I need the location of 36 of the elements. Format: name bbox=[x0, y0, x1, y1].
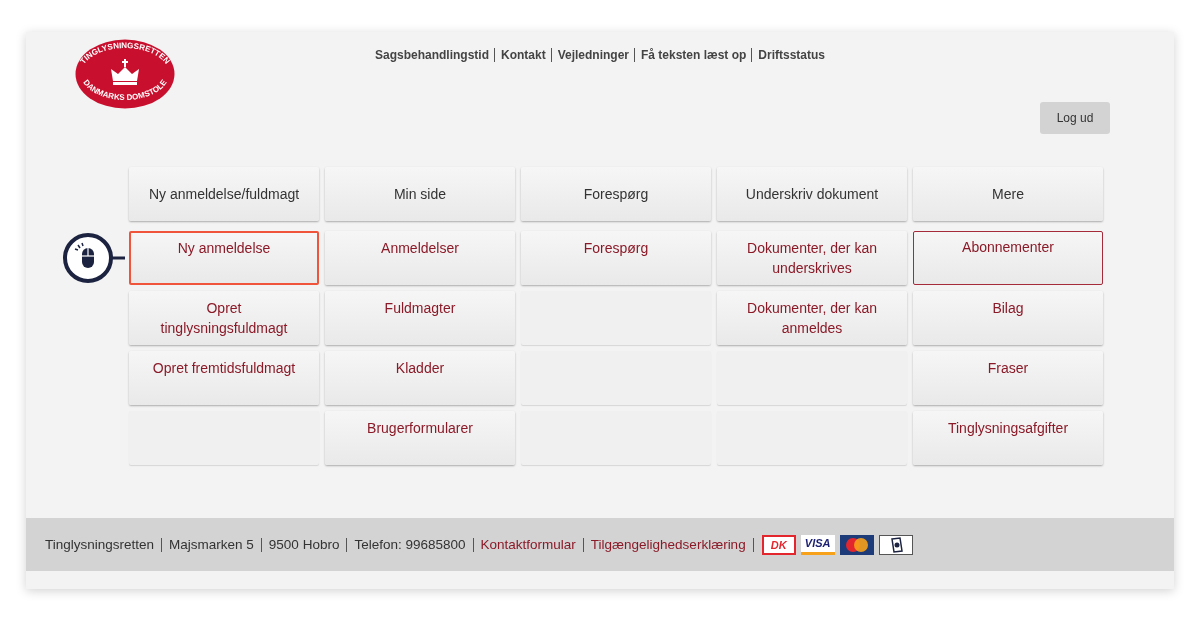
menu-item[interactable]: Fuldmagter bbox=[325, 291, 515, 345]
top-link[interactable]: Vejledninger bbox=[550, 48, 629, 62]
dankort-logo: DK bbox=[761, 534, 796, 555]
menu-item[interactable]: Bilag bbox=[913, 291, 1103, 345]
menu-item[interactable]: Opret fremtidsfuldmagt bbox=[129, 351, 319, 405]
footer-text: Telefon: 99685800 bbox=[346, 537, 466, 552]
top-link[interactable]: Driftsstatus bbox=[751, 48, 826, 62]
mouse-callout-icon bbox=[63, 232, 125, 284]
footer-text: 9500 Hobro bbox=[260, 537, 340, 552]
menu-tab[interactable]: Forespørg bbox=[521, 167, 711, 221]
footer-text: Tinglysningsretten bbox=[45, 537, 155, 552]
menu-item[interactable]: Dokumenter, der kan underskrives bbox=[717, 231, 907, 285]
menu-item[interactable]: Dokumenter, der kan anmeldes bbox=[717, 291, 907, 345]
menu-item[interactable]: Forespørg bbox=[521, 231, 711, 285]
menu-tab[interactable]: Ny anmeldelse/fuldmagt bbox=[129, 167, 319, 221]
menu-tab[interactable]: Min side bbox=[325, 167, 515, 221]
menu-item[interactable]: Ny anmeldelse bbox=[129, 231, 319, 285]
menu-tab[interactable]: Mere bbox=[913, 167, 1103, 221]
logout-button[interactable]: Log ud bbox=[1040, 102, 1110, 134]
footer-link[interactable]: Kontaktformular bbox=[472, 537, 576, 552]
top-link[interactable]: Få teksten læst op bbox=[634, 48, 747, 62]
menu-item[interactable]: Opret tinglysningsfuldmagt bbox=[129, 291, 319, 345]
visa-logo: VISA bbox=[800, 534, 835, 555]
footer-text: Majsmarken 5 bbox=[161, 537, 254, 552]
menu-tab[interactable]: Underskriv dokument bbox=[717, 167, 907, 221]
footer-link[interactable]: Tilgængelighedserklæring bbox=[582, 537, 746, 552]
menu-item[interactable]: Kladder bbox=[325, 351, 515, 405]
menu-item[interactable]: Brugerformularer bbox=[325, 411, 515, 465]
menu-item[interactable]: Abonnementer bbox=[913, 231, 1103, 285]
top-link[interactable]: Kontakt bbox=[493, 48, 546, 62]
menu-item[interactable]: Anmeldelser bbox=[325, 231, 515, 285]
menu-item[interactable]: Fraser bbox=[913, 351, 1103, 405]
mastercard-logo bbox=[839, 534, 874, 555]
menu-item[interactable]: Tinglysningsafgifter bbox=[913, 411, 1103, 465]
secure-payment-icon bbox=[878, 534, 913, 555]
top-link[interactable]: Sagsbehandlingstid bbox=[374, 48, 489, 62]
